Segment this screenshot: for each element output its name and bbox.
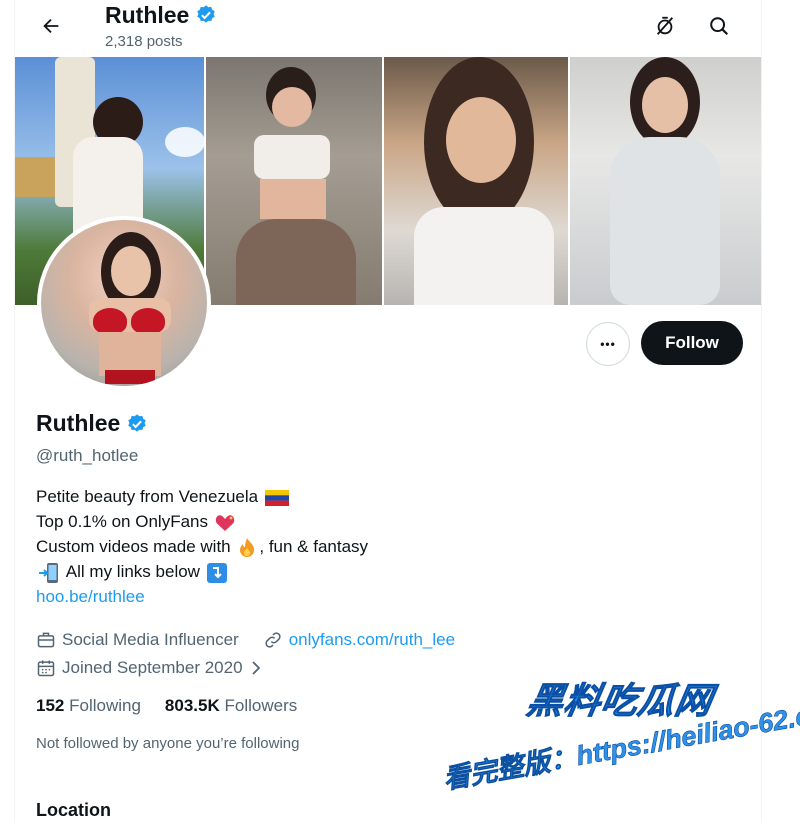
profile-header: Ruthlee 2,318 posts: [15, 0, 763, 56]
not-followed-note: Not followed by anyone you’re following: [36, 735, 300, 752]
website-link[interactable]: onlyfans.com/ruth_lee: [289, 630, 455, 650]
profile-bio: Petite beauty from Venezuela Top 0.1% on…: [36, 484, 368, 609]
bio-line-1: Petite beauty from Venezuela: [36, 487, 259, 506]
more-icon: •••: [600, 337, 616, 351]
search-button[interactable]: [701, 8, 737, 44]
follow-button[interactable]: Follow: [641, 321, 743, 365]
search-icon: [710, 17, 729, 36]
bio-line-3b: , fun & fantasy: [259, 537, 369, 556]
briefcase-icon: [37, 632, 55, 648]
sparkling-heart-icon: [215, 514, 234, 531]
banner-photo-4: [570, 57, 761, 305]
notifications-toggle-button[interactable]: [647, 8, 683, 44]
profile-name-row: Ruthlee: [36, 410, 148, 437]
bio-line-3a: Custom videos made with: [36, 537, 231, 556]
joined-text: Joined September 2020: [62, 658, 243, 677]
arrow-down-box-icon: [206, 562, 227, 583]
verified-badge-icon: [197, 5, 216, 23]
joined-item[interactable]: Joined September 2020: [36, 658, 263, 678]
following-stat[interactable]: 152 Following: [36, 696, 141, 716]
bio-line-2: Top 0.1% on OnlyFans: [36, 512, 208, 531]
website-item[interactable]: onlyfans.com/ruth_lee: [263, 630, 455, 650]
venezuela-flag-icon: [264, 489, 289, 506]
no-notification-icon: [656, 16, 674, 35]
calendar-icon: [37, 660, 55, 677]
more-options-button[interactable]: •••: [586, 322, 630, 366]
post-count: 2,318 posts: [105, 33, 183, 50]
back-arrow-icon: [43, 18, 59, 34]
followers-stat[interactable]: 803.5K Followers: [165, 696, 297, 716]
display-name: Ruthlee: [36, 410, 121, 436]
following-count: 152: [36, 696, 65, 715]
profile-meta: Social Media Influencer onlyfans.com/rut…: [36, 626, 473, 682]
link-icon: [265, 632, 281, 648]
back-button[interactable]: [33, 8, 69, 44]
followers-count: 803.5K: [164, 696, 220, 715]
header-title: Ruthlee: [105, 1, 190, 28]
banner-photo-3: [384, 57, 568, 305]
occupation-item: Social Media Influencer: [36, 630, 239, 650]
followers-label: Followers: [224, 696, 298, 715]
bio-link[interactable]: hoo.be/ruthlee: [36, 587, 145, 606]
location-section-title: Location: [36, 800, 111, 820]
bio-line-4: All my links below: [65, 562, 200, 581]
chevron-right-icon: [251, 661, 260, 675]
occupation-text: Social Media Influencer: [62, 630, 239, 649]
profile-stats: 152 Following 803.5K Followers: [36, 696, 297, 716]
header-title-block: Ruthlee 2,318 posts: [105, 0, 217, 50]
mobile-arrow-icon: [39, 562, 58, 583]
fire-icon: [240, 537, 255, 557]
profile-handle: @ruth_hotlee: [36, 446, 139, 465]
avatar[interactable]: [37, 216, 211, 390]
verified-badge-icon[interactable]: [126, 413, 148, 435]
following-label: Following: [69, 696, 141, 715]
banner-photo-2: [206, 57, 382, 305]
